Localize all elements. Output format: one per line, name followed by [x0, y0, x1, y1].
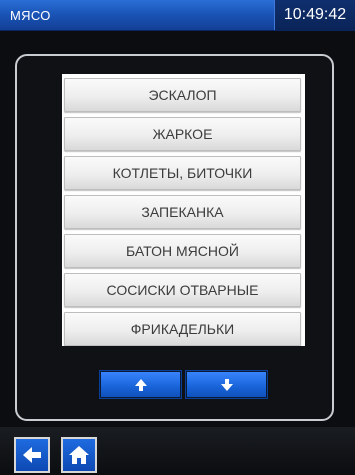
back-button[interactable] — [14, 437, 50, 473]
home-icon — [69, 446, 89, 464]
page-title: МЯСО — [10, 8, 51, 23]
bottom-bar — [0, 427, 355, 475]
arrow-down-icon — [220, 378, 233, 391]
top-bar: МЯСО 10:49:42 — [0, 0, 355, 31]
menu-list: ЭСКАЛОП ЖАРКОЕ КОТЛЕТЫ, БИТОЧКИ ЗАПЕКАНК… — [62, 74, 305, 346]
menu-item-meatballs[interactable]: ФРИКАДЕЛЬКИ — [64, 312, 301, 346]
menu-item-escalope[interactable]: ЭСКАЛОП — [64, 78, 301, 112]
menu-item-casserole[interactable]: ЗАПЕКАНКА — [64, 195, 301, 229]
menu-item-cutlets[interactable]: КОТЛЕТЫ, БИТОЧКИ — [64, 156, 301, 190]
clock: 10:49:42 — [274, 0, 355, 30]
scroll-down-button[interactable] — [185, 370, 268, 399]
home-button[interactable] — [61, 437, 97, 473]
arrow-up-icon — [134, 378, 147, 391]
arrow-left-icon — [23, 447, 41, 463]
scroll-up-button[interactable] — [99, 370, 182, 399]
menu-item-meatloaf[interactable]: БАТОН МЯСНОЙ — [64, 234, 301, 268]
menu-item-roast[interactable]: ЖАРКОЕ — [64, 117, 301, 151]
menu-item-sausages[interactable]: СОСИСКИ ОТВАРНЫЕ — [64, 273, 301, 307]
